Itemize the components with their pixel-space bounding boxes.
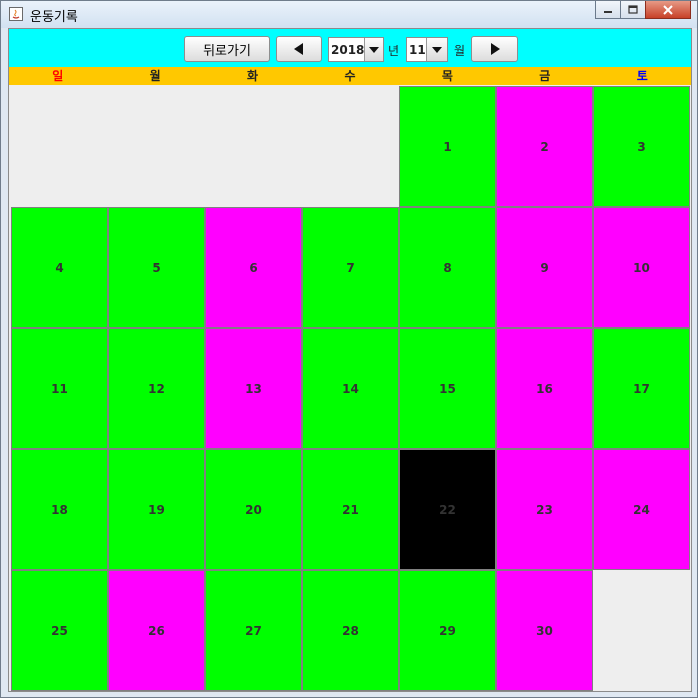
calendar-day-20[interactable]: 20 [205, 449, 302, 570]
month-value: 11 [409, 42, 426, 57]
year-unit-label: 년 [388, 44, 400, 58]
weekday-header: 일 월 화 수 목 금 토 [9, 67, 691, 85]
calendar-empty-cell [593, 570, 690, 691]
calendar-day-22[interactable]: 22 [399, 449, 496, 570]
weekday-monday: 월 [149, 69, 161, 83]
calendar-empty-cell [108, 86, 205, 207]
year-select[interactable]: 2018 [328, 37, 384, 62]
triangle-left-icon [294, 43, 303, 55]
calendar-day-17[interactable]: 17 [593, 328, 690, 449]
calendar-day-8[interactable]: 8 [399, 207, 496, 328]
calendar-day-29[interactable]: 29 [399, 570, 496, 691]
maximize-button[interactable] [620, 1, 646, 19]
calendar-day-28[interactable]: 28 [302, 570, 399, 691]
next-month-button[interactable] [471, 36, 518, 62]
weekday-friday: 금 [539, 69, 551, 83]
chevron-down-icon [369, 46, 380, 53]
app-window: 운동기록 뒤로가기 2018 년 11 월 일 월 화 수 목 금 토 1 2 … [0, 0, 698, 698]
calendar-empty-cell [11, 86, 108, 207]
window-controls [595, 1, 691, 21]
maximize-icon [628, 5, 638, 14]
minimize-icon [604, 10, 612, 13]
year-value: 2018 [331, 42, 365, 57]
calendar-day-16[interactable]: 16 [496, 328, 593, 449]
triangle-right-icon [490, 43, 500, 55]
calendar-day-18[interactable]: 18 [11, 449, 108, 570]
title-bar[interactable]: 운동기록 [1, 1, 697, 28]
close-button[interactable] [645, 1, 691, 19]
calendar-day-21[interactable]: 21 [302, 449, 399, 570]
calendar-day-26[interactable]: 26 [108, 570, 205, 691]
close-icon [663, 4, 673, 15]
weekday-sunday: 일 [52, 69, 64, 83]
calendar-day-6[interactable]: 6 [205, 207, 302, 328]
calendar-day-12[interactable]: 12 [108, 328, 205, 449]
year-dropdown-arrow[interactable] [364, 38, 383, 61]
back-button[interactable]: 뒤로가기 [184, 36, 270, 62]
calendar-grid: 1 2 3 4 5 6 7 8 9 10 11 12 13 14 15 16 17 18 19 20 21 22 23 24 2… [11, 86, 691, 691]
calendar-day-10[interactable]: 10 [593, 207, 690, 328]
calendar-day-11[interactable]: 11 [11, 328, 108, 449]
calendar-day-7[interactable]: 7 [302, 207, 399, 328]
weekday-saturday: 토 [636, 69, 648, 83]
calendar-day-9[interactable]: 9 [496, 207, 593, 328]
weekday-wednesday: 수 [344, 69, 356, 83]
calendar-day-2[interactable]: 2 [496, 86, 593, 207]
calendar-day-3[interactable]: 3 [593, 86, 690, 207]
calendar-day-13[interactable]: 13 [205, 328, 302, 449]
month-select[interactable]: 11 [406, 37, 448, 62]
month-dropdown-arrow[interactable] [426, 38, 447, 61]
calendar-day-27[interactable]: 27 [205, 570, 302, 691]
calendar-day-19[interactable]: 19 [108, 449, 205, 570]
java-app-icon [9, 7, 23, 21]
toolbar: 뒤로가기 2018 년 11 월 [9, 29, 691, 67]
weekday-thursday: 목 [441, 69, 453, 83]
minimize-button[interactable] [595, 1, 621, 19]
prev-month-button[interactable] [276, 36, 322, 62]
calendar-day-1[interactable]: 1 [399, 86, 496, 207]
calendar-empty-cell [302, 86, 399, 207]
month-unit-label: 월 [454, 44, 466, 58]
calendar-day-5[interactable]: 5 [108, 207, 205, 328]
window-title: 운동기록 [30, 10, 78, 25]
content-pane: 뒤로가기 2018 년 11 월 일 월 화 수 목 금 토 1 2 3 4 5… [8, 28, 692, 692]
calendar-day-25[interactable]: 25 [11, 570, 108, 691]
calendar-day-15[interactable]: 15 [399, 328, 496, 449]
calendar-empty-cell [205, 86, 302, 207]
calendar-day-4[interactable]: 4 [11, 207, 108, 328]
calendar-day-30[interactable]: 30 [496, 570, 593, 691]
weekday-tuesday: 화 [247, 69, 259, 83]
calendar-day-23[interactable]: 23 [496, 449, 593, 570]
calendar-day-14[interactable]: 14 [302, 328, 399, 449]
calendar-day-24[interactable]: 24 [593, 449, 690, 570]
chevron-down-icon [432, 46, 442, 53]
